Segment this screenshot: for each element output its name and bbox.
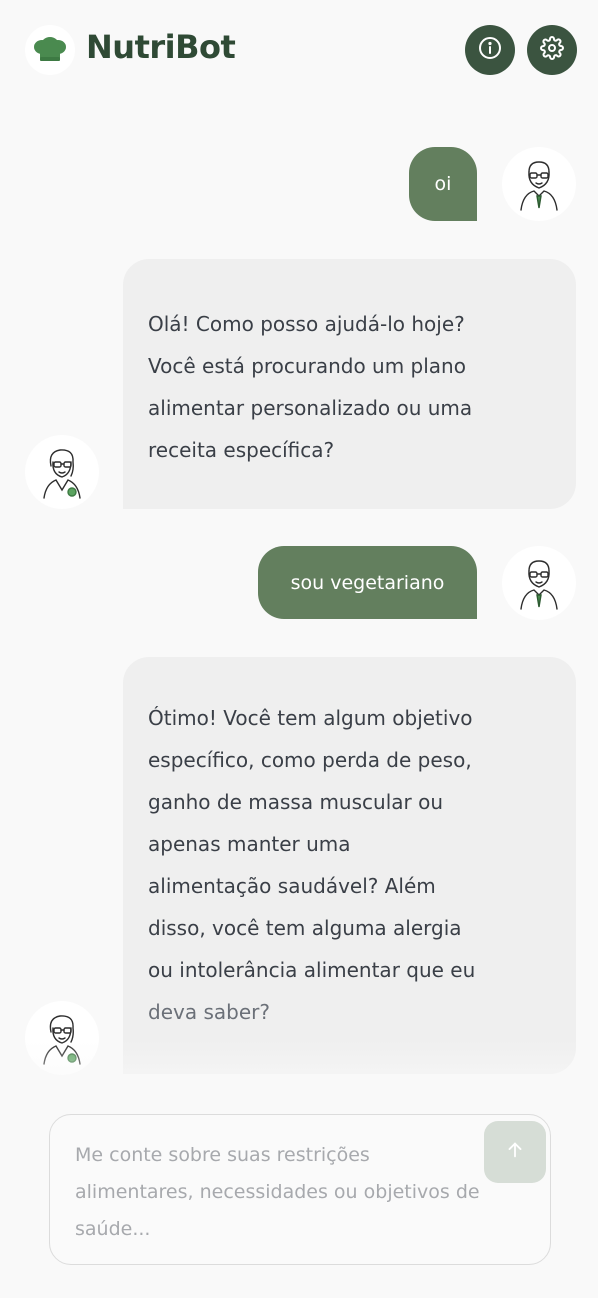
message-line: apenas manter uma — [148, 832, 351, 856]
message-line: disso, você tem alguma alergia — [148, 916, 462, 940]
user-avatar — [502, 147, 576, 221]
message-line: ganho de massa muscular ou — [148, 790, 443, 814]
message-line: ou intolerância alimentar que eu — [148, 958, 476, 982]
message-line: Olá! Como posso ajudá-lo hoje? — [148, 312, 465, 336]
app-title: NutriBot — [86, 28, 236, 66]
user-message: oi — [409, 147, 477, 221]
user-avatar — [502, 546, 576, 620]
info-icon — [478, 36, 502, 64]
message-input[interactable] — [75, 1137, 485, 1257]
chef-hat-icon — [25, 25, 75, 75]
app-header: NutriBot — [0, 0, 598, 100]
settings-button[interactable] — [527, 25, 577, 75]
gear-icon — [540, 36, 564, 64]
message-text: oi — [434, 173, 452, 195]
arrow-up-icon — [504, 1139, 526, 1165]
bot-avatar — [25, 1001, 99, 1075]
message-text: sou vegetariano — [290, 571, 445, 594]
message-line: específico, como perda de peso, — [148, 748, 472, 772]
message-line: Ótimo! Você tem algum objetivo — [148, 706, 473, 730]
user-message: sou vegetariano — [258, 546, 477, 619]
bot-avatar — [25, 435, 99, 509]
send-button[interactable] — [484, 1121, 546, 1183]
bot-message: Olá! Como posso ajudá-lo hoje? Você está… — [123, 259, 576, 509]
message-line: receita específica? — [148, 438, 335, 462]
message-line: Você está procurando um plano — [148, 354, 466, 378]
message-line: deva saber? — [148, 1000, 270, 1024]
info-button[interactable] — [465, 25, 515, 75]
message-composer — [49, 1114, 551, 1265]
bot-message: Ótimo! Você tem algum objetivo específic… — [123, 657, 576, 1074]
message-line: alimentação saudável? Além — [148, 874, 436, 898]
message-line: alimentar personalizado ou uma — [148, 396, 473, 420]
